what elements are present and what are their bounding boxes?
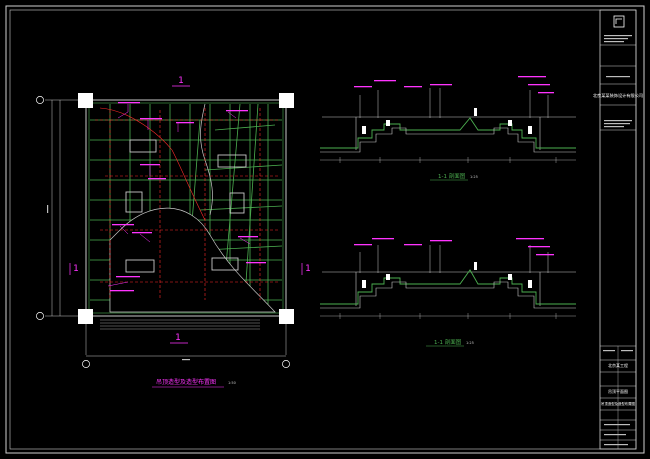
title-block: 北京某某装饰设计有限公司 北京某工程 吊顶平面图 吊顶造型及造型布置图 (593, 9, 643, 450)
light-box (129, 139, 157, 153)
section-view-2: 1-1 剖面图 1:25 (320, 238, 576, 347)
sheet-border (5, 5, 645, 454)
title-block-project: 北京某工程 (608, 362, 628, 368)
axis-bubble-left-top (36, 96, 44, 104)
column-bottom-right (279, 309, 294, 324)
plan-scale: 1:50 (228, 381, 236, 385)
title-block-drawing-desc: 吊顶造型及造型布置图 (601, 401, 636, 406)
section-scale-2: 1:25 (466, 341, 474, 345)
section-mark-right: 1 (305, 264, 311, 274)
plan-title: 吊顶造型及造型布置图 (156, 378, 216, 386)
cad-drawing-canvas: 北京某某装饰设计有限公司 北京某工程 吊顶平面图 吊顶造型及造型布置图 1 1 … (5, 5, 645, 454)
light-box (217, 154, 247, 168)
column-bottom-left (78, 309, 93, 324)
title-block-drawing-name: 吊顶平面图 (608, 388, 628, 394)
section-title-2: 1-1 剖面图 (434, 338, 462, 346)
column-top-left (78, 93, 93, 108)
axis-bubble-bottom-right (282, 360, 290, 368)
axis-bubble-left-bottom (36, 312, 44, 320)
section-scale-1: 1:25 (470, 175, 478, 179)
column-top-right (279, 93, 294, 108)
section-mark-left: 1 (73, 264, 79, 274)
title-block-company: 北京某某装饰设计有限公司 (593, 92, 643, 99)
section-view-1: 1-1 剖面图 1:25 (320, 76, 576, 181)
light-box (125, 191, 143, 213)
section-mark-bottom: 1 (175, 333, 181, 343)
section-title-1: 1-1 剖面图 (438, 172, 466, 180)
axis-bubble-bottom-left (82, 360, 90, 368)
ceiling-plan: 1 1 1 1 吊顶造型及造型布置图 1:50 (36, 76, 311, 388)
company-logo-icon (613, 15, 625, 28)
section-mark-top: 1 (178, 76, 184, 86)
inner-border (9, 9, 637, 450)
